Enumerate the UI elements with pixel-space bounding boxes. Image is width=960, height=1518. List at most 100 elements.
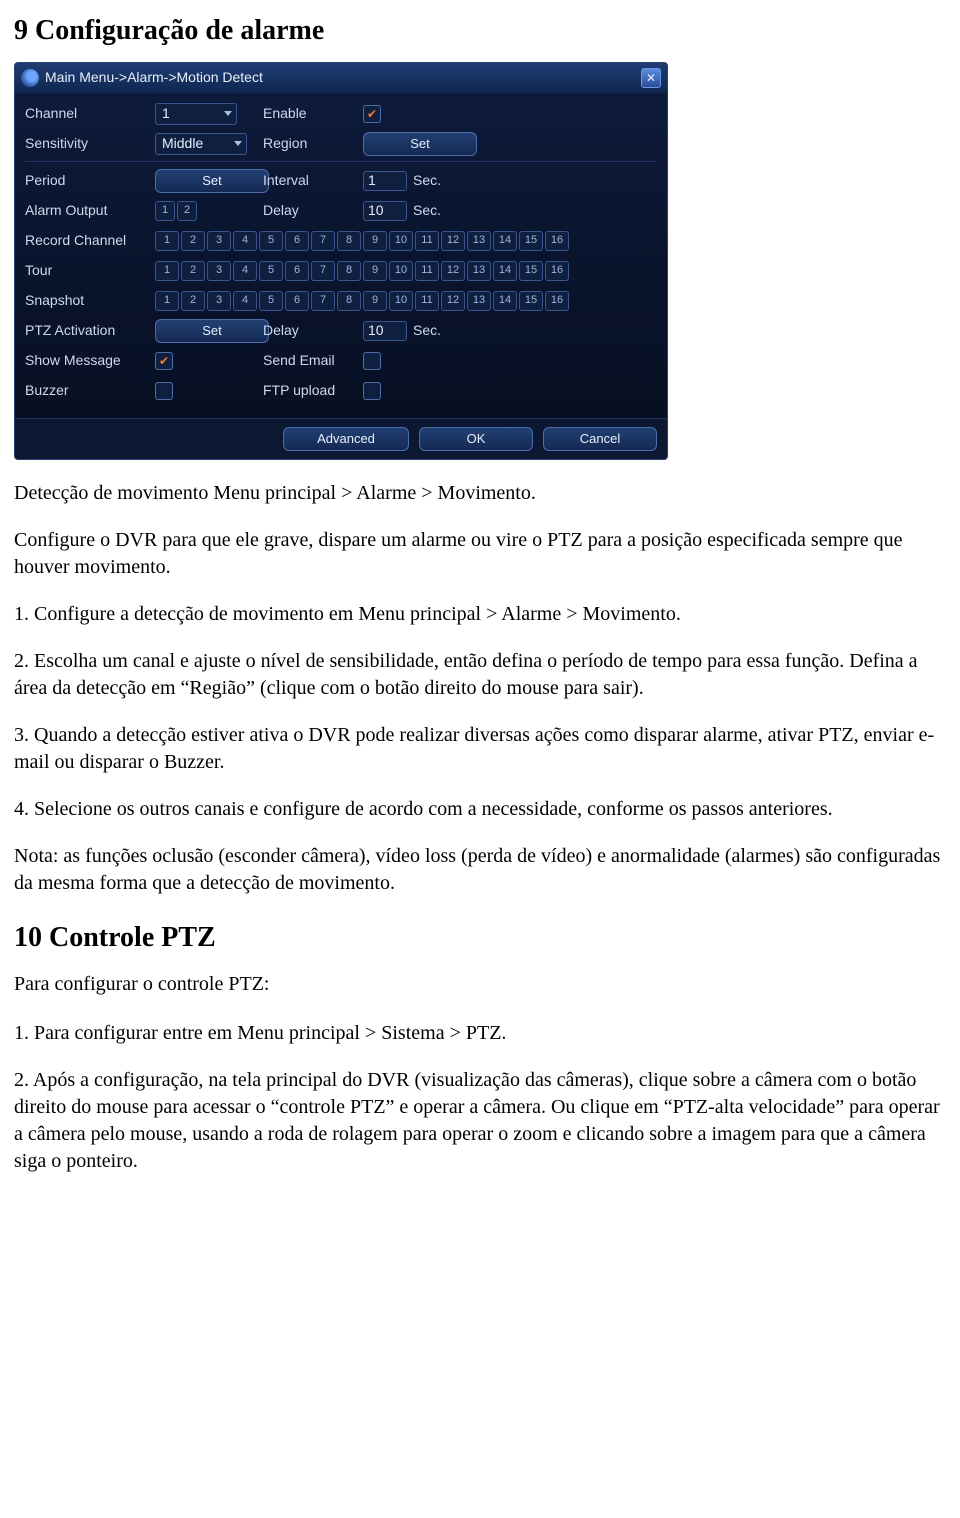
alarm-output-2[interactable]: 2: [177, 201, 197, 221]
record-channel-9[interactable]: 9: [363, 231, 387, 251]
record-channel-8[interactable]: 8: [337, 231, 361, 251]
label-snapshot: Snapshot: [25, 291, 147, 310]
channel-select-value: 1: [162, 104, 170, 123]
tour-channel-8[interactable]: 8: [337, 261, 361, 281]
dialog-footer: Advanced OK Cancel: [15, 418, 667, 459]
region-set-button[interactable]: Set: [363, 132, 477, 156]
snapshot-channel-12[interactable]: 12: [441, 291, 465, 311]
snapshot-channel-4[interactable]: 4: [233, 291, 257, 311]
label-alarm-output: Alarm Output: [25, 201, 147, 220]
label-ptz-activation: PTZ Activation: [25, 321, 147, 340]
tour-channel-15[interactable]: 15: [519, 261, 543, 281]
snapshot-channel-6[interactable]: 6: [285, 291, 309, 311]
ftp-upload-checkbox[interactable]: ✔: [363, 382, 381, 400]
section9-note: Nota: as funções oclusão (esconder câmer…: [14, 843, 946, 897]
record-channel-1[interactable]: 1: [155, 231, 179, 251]
tour-channel-10[interactable]: 10: [389, 261, 413, 281]
tour-channel-3[interactable]: 3: [207, 261, 231, 281]
sensitivity-select[interactable]: Middle: [155, 133, 247, 155]
tour-channel-11[interactable]: 11: [415, 261, 439, 281]
alarm-delay-input[interactable]: 10: [363, 201, 407, 221]
buzzer-checkbox[interactable]: ✔: [155, 382, 173, 400]
tour-buttons: 12345678910111213141516: [155, 261, 569, 281]
ptz-set-button[interactable]: Set: [155, 319, 269, 343]
chevron-down-icon: [234, 141, 242, 146]
alarm-output-buttons: 1 2: [155, 201, 197, 221]
alarm-delay-value: 10: [368, 201, 384, 220]
sensitivity-select-value: Middle: [162, 134, 203, 153]
record-channel-7[interactable]: 7: [311, 231, 335, 251]
label-interval: Interval: [263, 171, 355, 190]
snapshot-channel-15[interactable]: 15: [519, 291, 543, 311]
tour-channel-9[interactable]: 9: [363, 261, 387, 281]
record-channel-11[interactable]: 11: [415, 231, 439, 251]
snapshot-channel-11[interactable]: 11: [415, 291, 439, 311]
record-channel-5[interactable]: 5: [259, 231, 283, 251]
record-channel-13[interactable]: 13: [467, 231, 491, 251]
ok-button[interactable]: OK: [419, 427, 533, 451]
snapshot-channel-5[interactable]: 5: [259, 291, 283, 311]
record-channel-2[interactable]: 2: [181, 231, 205, 251]
label-send-email: Send Email: [263, 351, 355, 370]
section-9-title: 9 Configuração de alarme: [14, 12, 946, 50]
tour-channel-12[interactable]: 12: [441, 261, 465, 281]
ptz-delay-input[interactable]: 10: [363, 321, 407, 341]
tour-channel-2[interactable]: 2: [181, 261, 205, 281]
dialog-titlebar: Main Menu->Alarm->Motion Detect ✕: [15, 63, 667, 93]
alarm-output-1[interactable]: 1: [155, 201, 175, 221]
close-icon[interactable]: ✕: [641, 68, 661, 88]
section10-intro: Para configurar o controle PTZ:: [14, 971, 946, 998]
snapshot-channel-9[interactable]: 9: [363, 291, 387, 311]
section9-step1: 1. Configure a detecção de movimento em …: [14, 601, 946, 628]
enable-checkbox[interactable]: ✔: [363, 105, 381, 123]
tour-channel-16[interactable]: 16: [545, 261, 569, 281]
chevron-down-icon: [224, 111, 232, 116]
interval-input[interactable]: 1: [363, 171, 407, 191]
show-message-checkbox[interactable]: ✔: [155, 352, 173, 370]
interval-value: 1: [368, 171, 376, 190]
snapshot-channel-1[interactable]: 1: [155, 291, 179, 311]
section9-step3: 3. Quando a detecção estiver ativa o DVR…: [14, 722, 946, 776]
tour-channel-5[interactable]: 5: [259, 261, 283, 281]
tour-channel-6[interactable]: 6: [285, 261, 309, 281]
record-channel-10[interactable]: 10: [389, 231, 413, 251]
wand-icon: [21, 69, 39, 87]
send-email-checkbox[interactable]: ✔: [363, 352, 381, 370]
section-10-title: 10 Controle PTZ: [14, 919, 946, 957]
record-channel-3[interactable]: 3: [207, 231, 231, 251]
alarm-delay-unit: Sec.: [413, 201, 441, 220]
advanced-button[interactable]: Advanced: [283, 427, 409, 451]
snapshot-channel-10[interactable]: 10: [389, 291, 413, 311]
label-buzzer: Buzzer: [25, 381, 147, 400]
tour-channel-7[interactable]: 7: [311, 261, 335, 281]
period-set-button[interactable]: Set: [155, 169, 269, 193]
tour-channel-13[interactable]: 13: [467, 261, 491, 281]
snapshot-channel-7[interactable]: 7: [311, 291, 335, 311]
tour-channel-1[interactable]: 1: [155, 261, 179, 281]
snapshot-channel-13[interactable]: 13: [467, 291, 491, 311]
label-enable: Enable: [263, 104, 355, 123]
tour-channel-14[interactable]: 14: [493, 261, 517, 281]
snapshot-channel-2[interactable]: 2: [181, 291, 205, 311]
channel-select[interactable]: 1: [155, 103, 237, 125]
dialog-title-text: Main Menu->Alarm->Motion Detect: [45, 68, 263, 87]
label-period: Period: [25, 171, 147, 190]
record-channel-16[interactable]: 16: [545, 231, 569, 251]
snapshot-channel-16[interactable]: 16: [545, 291, 569, 311]
tour-channel-4[interactable]: 4: [233, 261, 257, 281]
snapshot-channel-8[interactable]: 8: [337, 291, 361, 311]
section9-step2: 2. Escolha um canal e ajuste o nível de …: [14, 648, 946, 702]
snapshot-channel-14[interactable]: 14: [493, 291, 517, 311]
snapshot-channel-3[interactable]: 3: [207, 291, 231, 311]
cancel-button[interactable]: Cancel: [543, 427, 657, 451]
label-ptz-delay: Delay: [263, 321, 355, 340]
section10-step2: 2. Após a configuração, na tela principa…: [14, 1067, 946, 1175]
record-channel-4[interactable]: 4: [233, 231, 257, 251]
record-channel-6[interactable]: 6: [285, 231, 309, 251]
record-channel-12[interactable]: 12: [441, 231, 465, 251]
record-channel-15[interactable]: 15: [519, 231, 543, 251]
record-channel-14[interactable]: 14: [493, 231, 517, 251]
snapshot-buttons: 12345678910111213141516: [155, 291, 569, 311]
label-sensitivity: Sensitivity: [25, 134, 147, 153]
section9-step4: 4. Selecione os outros canais e configur…: [14, 796, 946, 823]
